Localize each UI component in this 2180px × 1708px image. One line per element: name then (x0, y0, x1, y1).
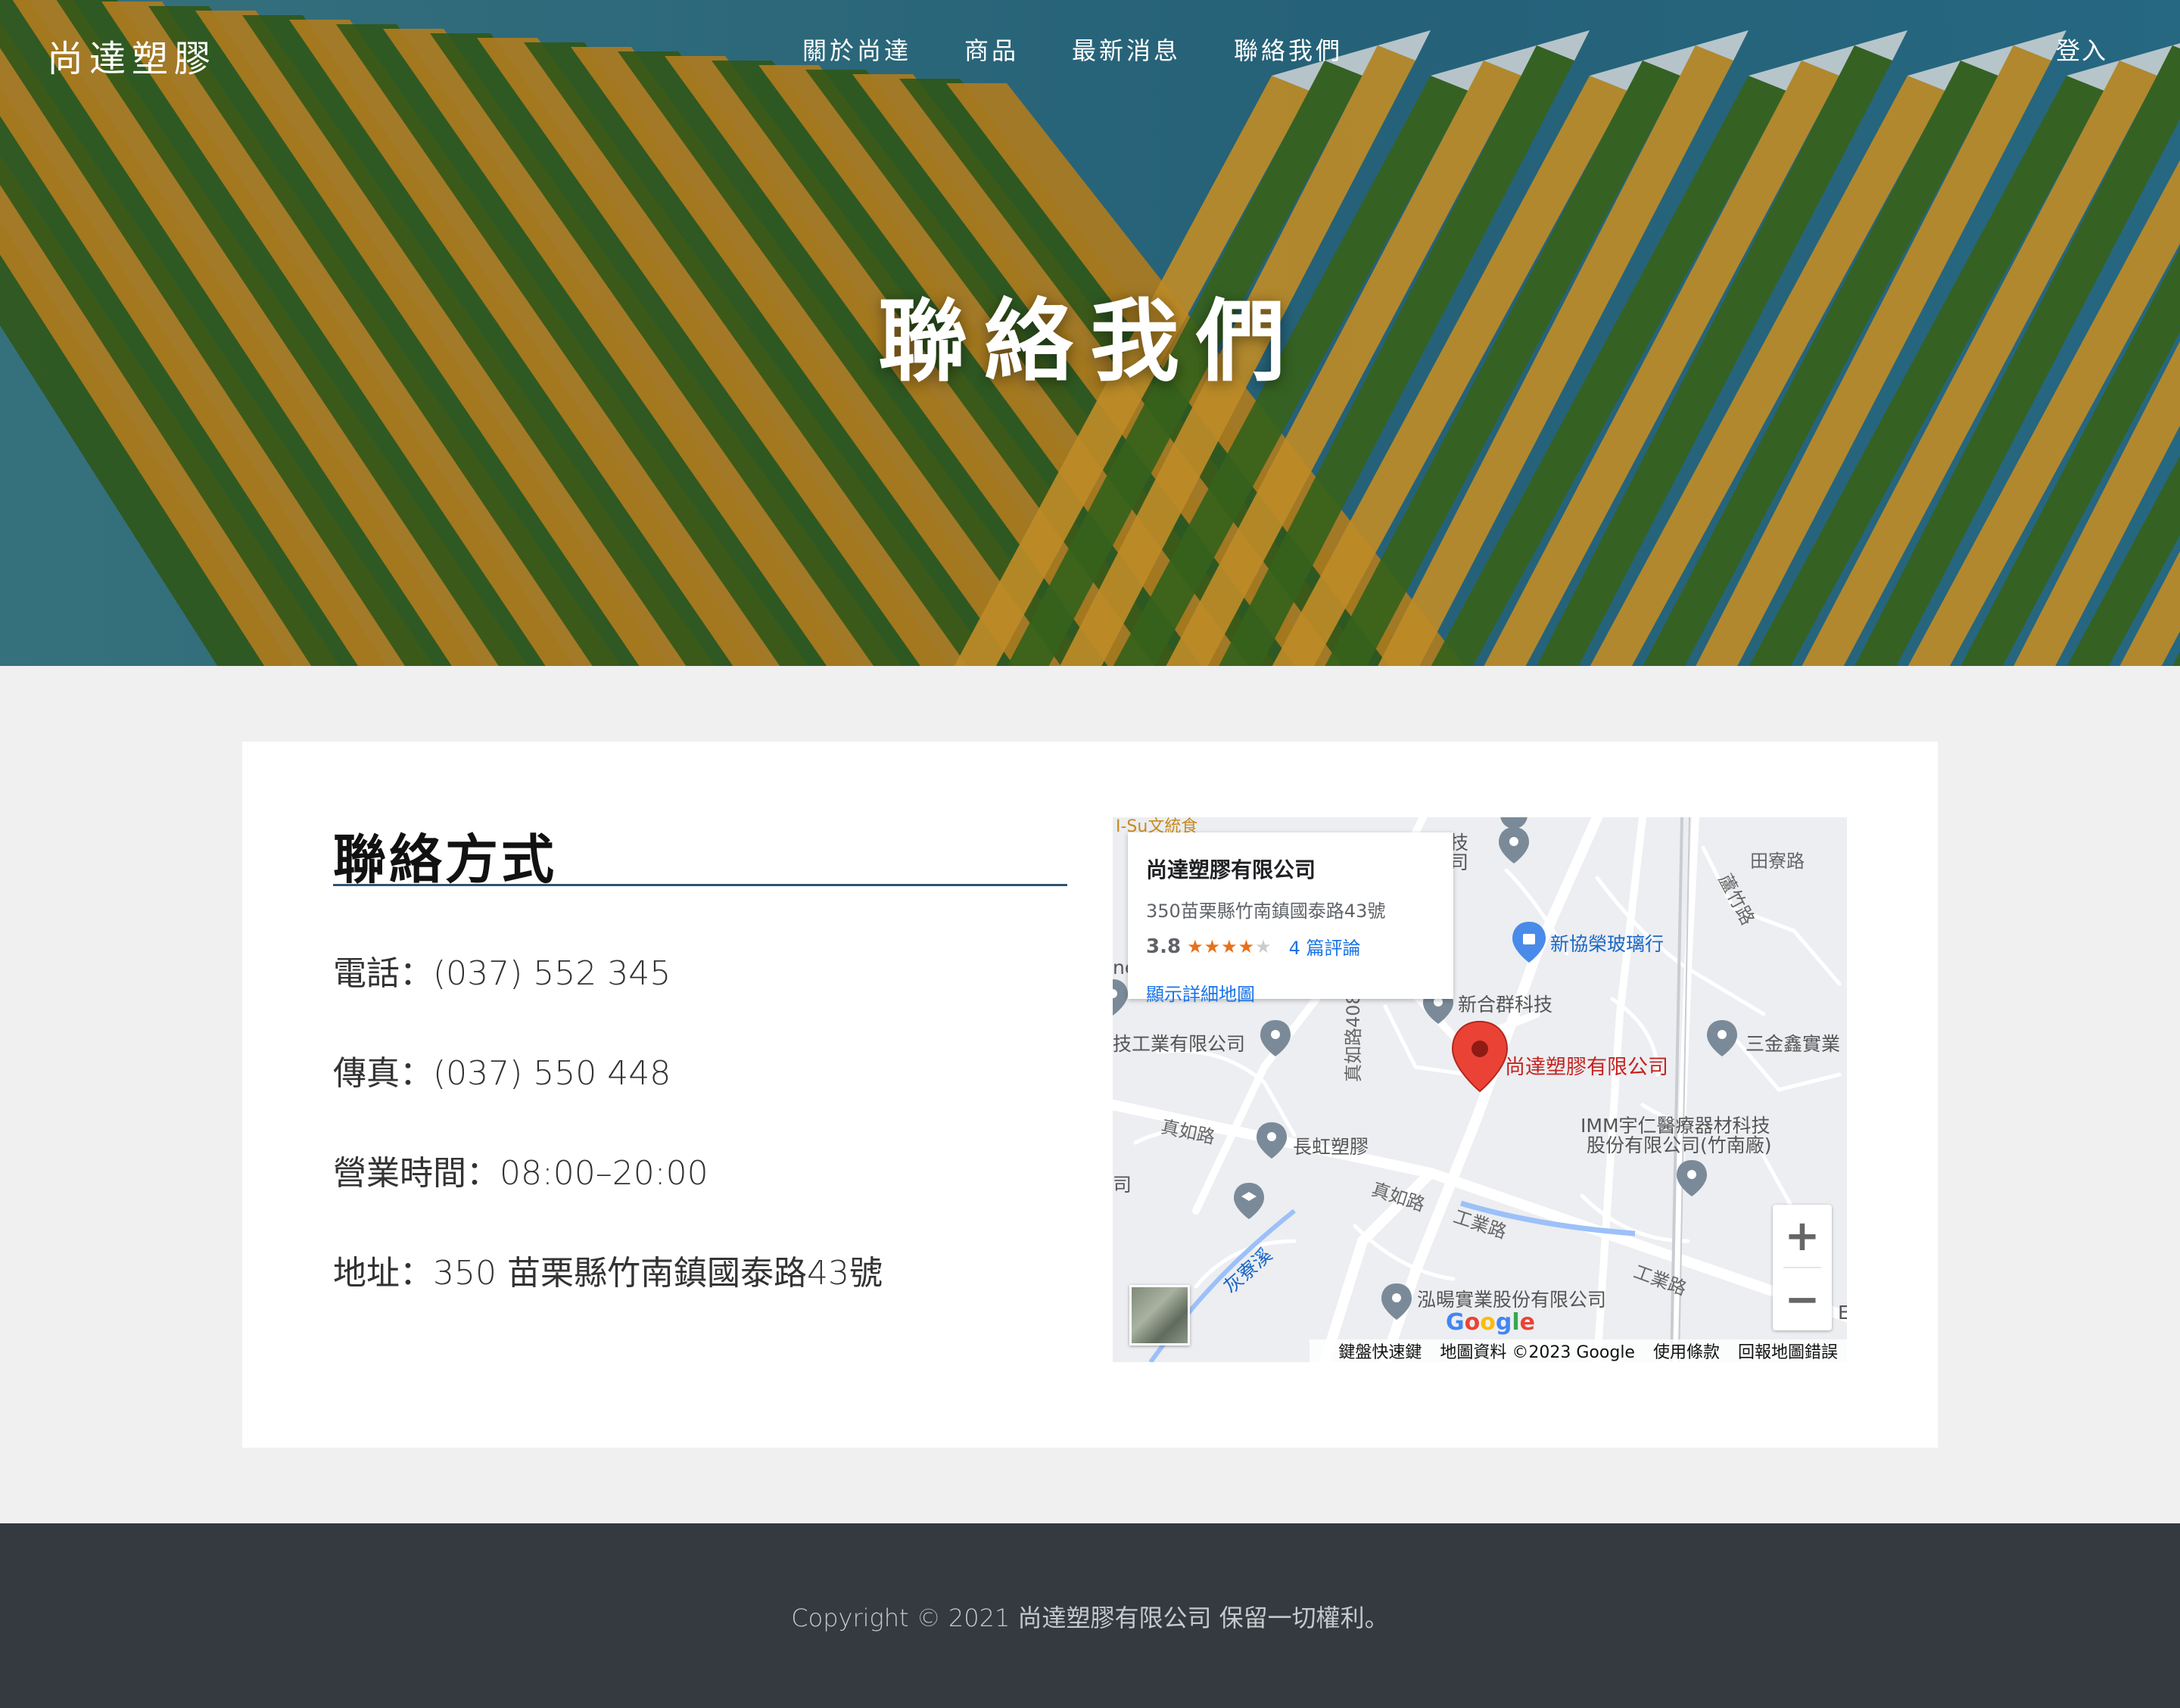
zoom-in-button[interactable]: + (1773, 1205, 1832, 1267)
login-link[interactable]: 登入 (2056, 32, 2107, 67)
map-label-imm2[interactable]: 股份有限公司(竹南廠) (1587, 1131, 1772, 1158)
nav-contact[interactable]: 聯絡我們 (1234, 32, 1343, 67)
hero-banner: 尚達塑膠 關於尚達 商品 最新消息 聯絡我們 登入 聯絡我們 (0, 0, 2180, 666)
map-label-hongyang[interactable]: 泓暘實業股份有限公司 (1417, 1285, 1606, 1312)
contact-fax: 傳真：(037) 550 448 (333, 1054, 671, 1093)
place-rating-row: 3.8 ★★★★★ 4 篇評論 (1146, 933, 1435, 960)
nav-news[interactable]: 最新消息 (1072, 32, 1181, 67)
navbar: 尚達塑膠 關於尚達 商品 最新消息 聯絡我們 登入 (0, 0, 2180, 98)
nav-about[interactable]: 關於尚達 (802, 32, 911, 67)
place-info-card: 尚達塑膠有限公司 350苗栗縣竹南鎮國泰路43號 3.8 ★★★★★ 4 篇評論… (1128, 832, 1453, 1005)
map-label-target[interactable]: 尚達塑膠有限公司 (1505, 1050, 1668, 1080)
view-larger-map-link[interactable]: 顯示詳細地圖 (1146, 979, 1435, 1006)
zoom-controls: + − (1773, 1205, 1832, 1330)
map-label-xinhequn[interactable]: 新合群科技 (1458, 990, 1552, 1017)
heading-underline (333, 884, 1067, 886)
map-label-tianliao: 田寮路 (1750, 851, 1805, 872)
main-nav: 關於尚達 商品 最新消息 聯絡我們 (802, 32, 1343, 67)
reviews-link[interactable]: 4 篇評論 (1289, 933, 1361, 960)
map-label-sanjinxin[interactable]: 三金鑫實業 (1746, 1029, 1840, 1056)
rating-stars-icon: ★★★★★ (1187, 935, 1272, 957)
contact-heading: 聯絡方式 (333, 829, 557, 891)
satellite-toggle[interactable] (1129, 1285, 1190, 1346)
map-label-e-cut: E (1838, 1302, 1847, 1324)
nav-products[interactable]: 商品 (964, 32, 1019, 67)
place-title: 尚達塑膠有限公司 (1146, 857, 1316, 882)
place-address: 350苗栗縣竹南鎮國泰路43號 (1146, 901, 1386, 922)
page-title: 聯絡我們 (877, 289, 1302, 394)
contact-card: 聯絡方式 電話：(037) 552 345 傳真：(037) 550 448 營… (242, 742, 1938, 1448)
terms-link[interactable]: 使用條款 (1653, 1339, 1720, 1362)
site-logo[interactable]: 尚達塑膠 (47, 29, 216, 82)
map-label-changhong[interactable]: 長虹塑膠 (1293, 1132, 1369, 1159)
contact-hours: 營業時間：08:00–20:00 (333, 1154, 708, 1193)
zoom-out-button[interactable]: − (1773, 1268, 1832, 1330)
map-label-si: 司 (1113, 1174, 1132, 1196)
keyboard-shortcuts-link[interactable]: 鍵盤快速鍵 (1338, 1339, 1422, 1362)
map-attribution-bar: 鍵盤快速鍵 地圖資料 ©2023 Google 使用條款 回報地圖錯誤 (1310, 1339, 1847, 1362)
map-data-attribution: 地圖資料 ©2023 Google (1440, 1343, 1635, 1362)
copyright-text: Copyright © 2021 尚達塑膠有限公司 保留一切權利。 (791, 1604, 1389, 1632)
contact-address: 地址：350 苗栗縣竹南鎮國泰路43號 (333, 1254, 883, 1293)
report-error-link[interactable]: 回報地圖錯誤 (1738, 1339, 1838, 1362)
google-logo: Google (1446, 1309, 1536, 1336)
place-rating: 3.8 (1146, 935, 1182, 958)
map-label-xinxie[interactable]: 新協榮玻璃行 (1550, 929, 1664, 957)
contact-phone: 電話：(037) 552 345 (333, 954, 671, 993)
map-label-gongye-left[interactable]: 技工業有限公司 (1113, 1029, 1245, 1056)
google-map[interactable]: 科技 公司 I-Su文統食 田寮路 蘆竹路 新協榮玻璃行 ne 新合群科技 技工… (1113, 817, 1847, 1362)
site-footer: Copyright © 2021 尚達塑膠有限公司 保留一切權利。 (0, 1523, 2180, 1708)
